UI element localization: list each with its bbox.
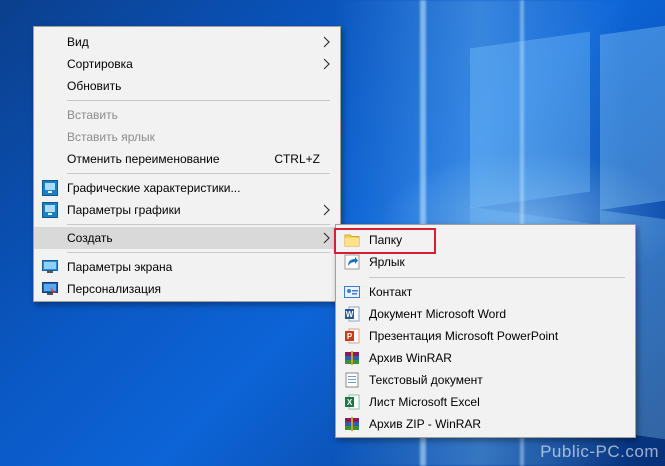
submenu-item-label: Ярлык bbox=[369, 255, 405, 269]
menu-separator bbox=[67, 100, 330, 101]
menu-item-label: Сортировка bbox=[67, 57, 133, 71]
winrar-zip-icon bbox=[345, 417, 359, 431]
submenu-item-label: Контакт bbox=[369, 285, 413, 299]
display-icon bbox=[42, 260, 58, 273]
menu-item-paste-shortcut[interactable]: Вставить ярлык bbox=[34, 126, 340, 148]
menu-item-label: Вставить ярлык bbox=[67, 130, 155, 144]
chevron-right-icon bbox=[323, 204, 330, 216]
menu-item-undo-rename[interactable]: Отменить переименование CTRL+Z bbox=[34, 148, 340, 170]
menu-separator bbox=[67, 173, 330, 174]
menu-item-label: Персонализация bbox=[67, 282, 162, 296]
submenu-item-label: Архив ZIP - WinRAR bbox=[369, 417, 482, 431]
graphics-icon bbox=[42, 180, 58, 196]
chevron-right-icon bbox=[323, 232, 330, 244]
menu-item-label: Создать bbox=[67, 231, 113, 245]
text-doc-icon bbox=[345, 372, 359, 388]
menu-item-shortcut: CTRL+Z bbox=[274, 152, 320, 166]
submenu-item-winrar[interactable]: Архив WinRAR bbox=[336, 347, 635, 369]
menu-item-label: Обновить bbox=[67, 79, 122, 93]
contact-icon bbox=[344, 286, 360, 298]
shortcut-icon bbox=[344, 254, 360, 270]
submenu-item-text-doc[interactable]: Текстовый документ bbox=[336, 369, 635, 391]
winrar-icon bbox=[345, 351, 359, 365]
menu-item-label: Графические характеристики... bbox=[67, 181, 241, 195]
chevron-right-icon bbox=[323, 36, 330, 48]
excel-icon: X bbox=[345, 394, 360, 410]
svg-text:P: P bbox=[347, 332, 353, 341]
create-submenu: Папку Ярлык Контакт W Документ Microsoft… bbox=[335, 224, 636, 438]
menu-item-label: Вид bbox=[67, 35, 89, 49]
watermark: Public-PC.com bbox=[540, 442, 659, 461]
menu-separator bbox=[67, 252, 330, 253]
menu-item-label: Вставить bbox=[67, 108, 118, 122]
menu-item-refresh[interactable]: Обновить bbox=[34, 75, 340, 97]
menu-item-label: Параметры графики bbox=[67, 203, 181, 217]
personalize-icon bbox=[42, 282, 58, 295]
desktop-context-menu: Вид Сортировка Обновить Вставить Вставит… bbox=[33, 26, 341, 302]
chevron-right-icon bbox=[323, 58, 330, 70]
menu-item-label: Параметры экрана bbox=[67, 260, 173, 274]
svg-text:X: X bbox=[347, 398, 353, 407]
menu-separator bbox=[67, 224, 330, 225]
graphics-icon bbox=[42, 202, 58, 218]
submenu-item-label: Текстовый документ bbox=[369, 373, 483, 387]
submenu-item-label: Лист Microsoft Excel bbox=[369, 395, 480, 409]
powerpoint-icon: P bbox=[345, 328, 360, 344]
submenu-item-shortcut[interactable]: Ярлык bbox=[336, 251, 635, 273]
submenu-item-powerpoint[interactable]: P Презентация Microsoft PowerPoint bbox=[336, 325, 635, 347]
submenu-item-contact[interactable]: Контакт bbox=[336, 281, 635, 303]
folder-highlight-frame bbox=[334, 228, 436, 254]
menu-separator bbox=[369, 277, 625, 278]
submenu-item-label: Архив WinRAR bbox=[369, 351, 452, 365]
menu-item-graphics-options[interactable]: Параметры графики bbox=[34, 199, 340, 221]
word-icon: W bbox=[345, 306, 360, 322]
menu-item-sort[interactable]: Сортировка bbox=[34, 53, 340, 75]
menu-item-label: Отменить переименование bbox=[67, 152, 220, 166]
svg-text:W: W bbox=[346, 310, 354, 319]
submenu-item-label: Презентация Microsoft PowerPoint bbox=[369, 329, 559, 343]
menu-item-graphics-properties[interactable]: Графические характеристики... bbox=[34, 177, 340, 199]
submenu-item-winrar-zip[interactable]: Архив ZIP - WinRAR bbox=[336, 413, 635, 435]
submenu-item-label: Документ Microsoft Word bbox=[369, 307, 507, 321]
submenu-item-excel[interactable]: X Лист Microsoft Excel bbox=[336, 391, 635, 413]
submenu-item-word-doc[interactable]: W Документ Microsoft Word bbox=[336, 303, 635, 325]
menu-item-create[interactable]: Создать bbox=[34, 227, 340, 249]
menu-item-view[interactable]: Вид bbox=[34, 31, 340, 53]
menu-item-display-settings[interactable]: Параметры экрана bbox=[34, 256, 340, 278]
menu-item-personalization[interactable]: Персонализация bbox=[34, 278, 340, 300]
menu-item-paste[interactable]: Вставить bbox=[34, 104, 340, 126]
